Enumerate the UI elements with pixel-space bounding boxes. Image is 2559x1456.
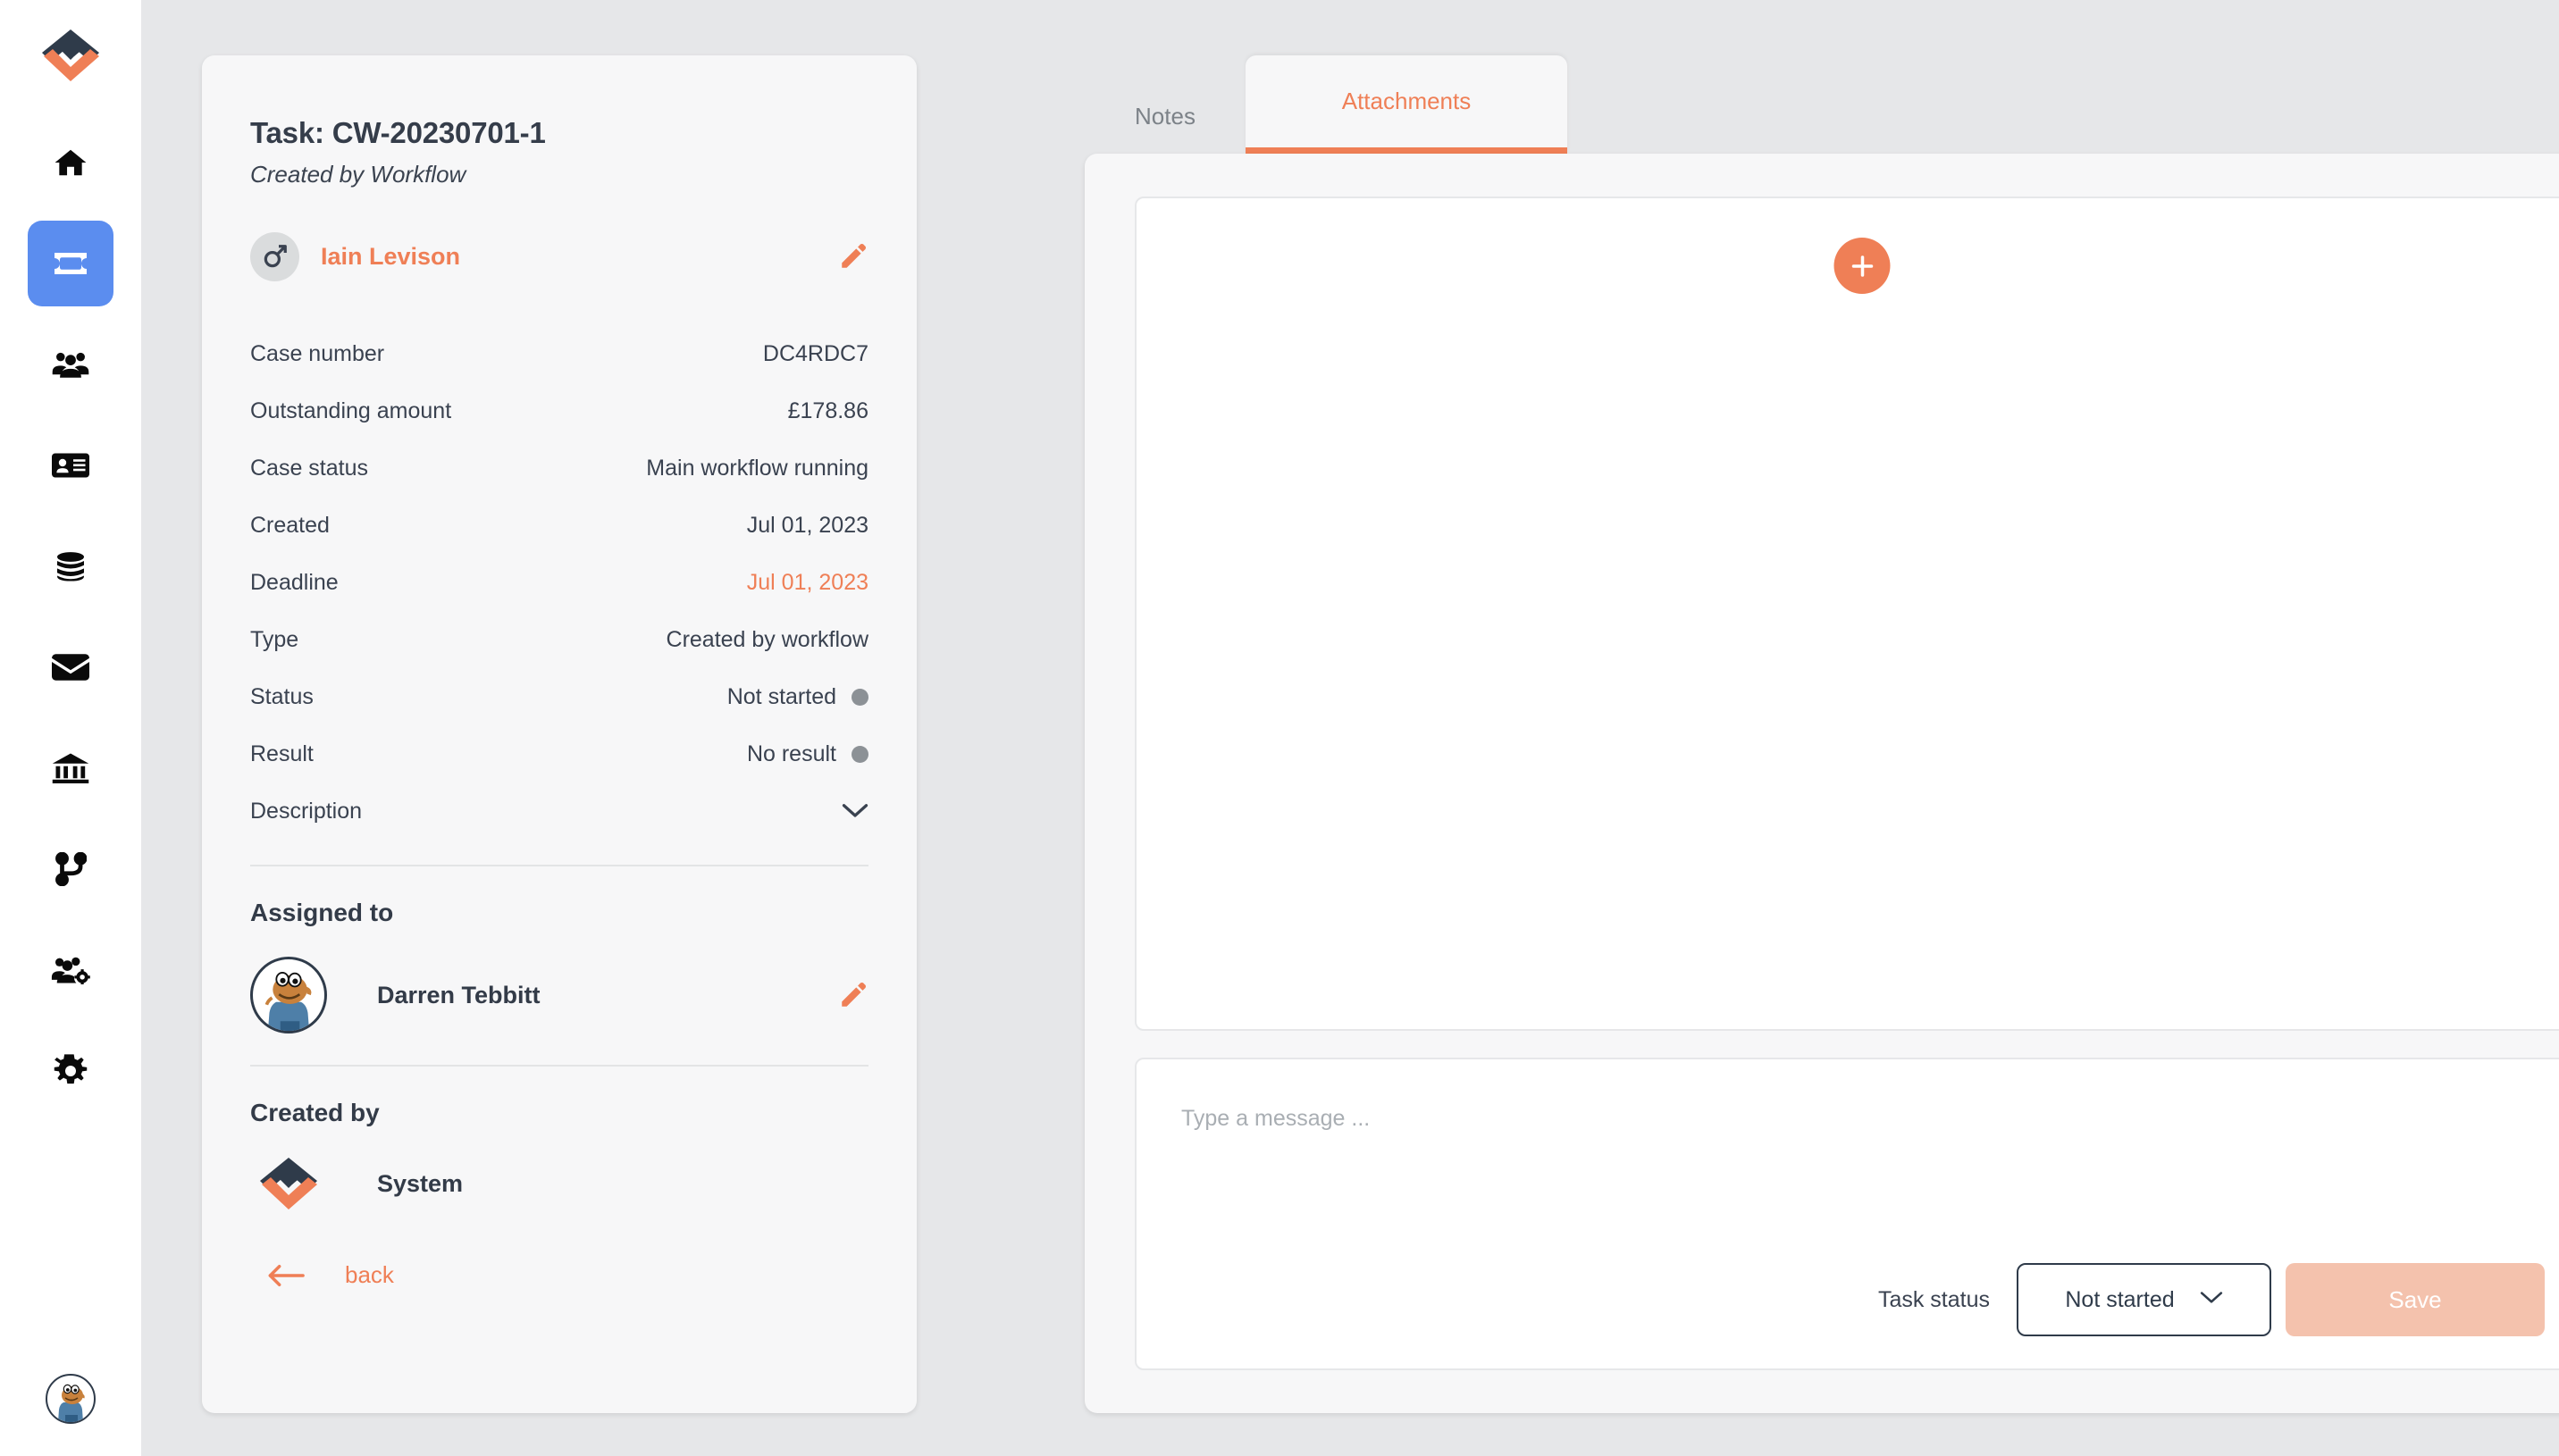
divider: [250, 1065, 868, 1067]
task-detail-list: Case number DC4RDC7 Outstanding amount £…: [250, 325, 868, 840]
detail-label: Type: [250, 626, 299, 652]
sidebar-item-bank[interactable]: [28, 725, 113, 811]
detail-label: Case status: [250, 455, 369, 481]
detail-row-created: Created Jul 01, 2023: [250, 497, 868, 554]
git-branch-icon: [55, 852, 87, 886]
created-by-heading: Created by: [250, 1099, 380, 1126]
tab-attachments[interactable]: Attachments: [1246, 55, 1567, 154]
attachments-panel: Task status Not started Save: [1085, 154, 2559, 1413]
task-status-select[interactable]: Not started: [2017, 1263, 2271, 1336]
divider: [250, 865, 868, 866]
composer-controls: Task status Not started Save: [1878, 1263, 2545, 1336]
sidebar-item-mail[interactable]: [28, 624, 113, 710]
tab-bar: Notes Attachments: [1085, 55, 1567, 154]
detail-label: Status: [250, 683, 314, 709]
task-status-label: Task status: [1877, 1286, 1990, 1312]
detail-row-case-status: Case status Main workflow running: [250, 439, 868, 497]
assignee-name: Darren Tebbitt: [377, 981, 541, 1008]
pencil-icon[interactable]: [838, 241, 868, 272]
assignee-row: Darren Tebbitt: [250, 950, 868, 1040]
pencil-icon[interactable]: [838, 980, 868, 1010]
tab-notes[interactable]: Notes: [1085, 79, 1246, 154]
sidebar-item-contacts[interactable]: [28, 423, 113, 508]
creator-row: System: [250, 1145, 868, 1222]
detail-value: Jul 01, 2023: [746, 569, 868, 595]
sidebar-item-user-management[interactable]: [28, 927, 113, 1013]
detail-value-wrap: No result: [747, 741, 868, 767]
app-root: Task: CW-20230701-1 Created by Workflow …: [0, 0, 2559, 1456]
detail-label: Created: [250, 512, 330, 538]
back-button[interactable]: back: [250, 1261, 868, 1289]
case-person-name[interactable]: Iain Levison: [321, 243, 838, 271]
id-card-icon: [52, 452, 89, 479]
message-input[interactable]: [1181, 1106, 2543, 1222]
bank-icon: [52, 752, 89, 784]
detail-value: DC4RDC7: [762, 340, 868, 366]
detail-value: Jul 01, 2023: [746, 512, 868, 538]
sidebar-item-customers[interactable]: [28, 322, 113, 407]
avatar: [250, 957, 327, 1033]
assigned-to-heading: Assigned to: [250, 899, 394, 926]
add-attachment-button[interactable]: [1833, 238, 1891, 294]
detail-label: Deadline: [250, 569, 339, 595]
chevron-down-icon[interactable]: [842, 803, 868, 819]
sidebar-nav: [0, 120, 141, 1129]
creator-name: System: [377, 1169, 464, 1197]
detail-row-status: Status Not started: [250, 668, 868, 725]
attachments-list-area: [1135, 197, 2559, 1031]
task-detail-card: Task: CW-20230701-1 Created by Workflow …: [202, 55, 917, 1413]
company-logo-icon: [250, 1151, 327, 1217]
sidebar-item-workflows[interactable]: [28, 826, 113, 912]
detail-value-wrap: Not started: [727, 684, 868, 710]
chevron-down-icon: [2200, 1291, 2223, 1310]
detail-row-case-number: Case number DC4RDC7: [250, 325, 868, 382]
male-gender-icon: [250, 231, 299, 281]
main-content: Task: CW-20230701-1 Created by Workflow …: [141, 0, 2559, 1456]
result-badge: No result: [746, 741, 836, 766]
sidebar: [0, 0, 141, 1456]
status-dot-icon: [852, 688, 868, 706]
detail-row-description[interactable]: Description: [250, 782, 868, 840]
detail-row-outstanding-amount: Outstanding amount £178.86: [250, 382, 868, 439]
back-label: back: [345, 1261, 394, 1288]
detail-value: Main workflow running: [646, 455, 868, 481]
plus-icon: [1849, 253, 1875, 280]
sidebar-item-tickets[interactable]: [28, 221, 113, 306]
detail-label: Description: [250, 798, 363, 824]
task-subtitle: Created by Workflow: [250, 161, 466, 188]
arrow-left-icon: [266, 1262, 306, 1289]
save-button[interactable]: Save: [2286, 1263, 2545, 1336]
page-title: Task: CW-20230701-1: [250, 116, 546, 149]
detail-value: £178.86: [787, 397, 868, 423]
task-status-value: Not started: [2065, 1286, 2175, 1312]
detail-value: Created by workflow: [666, 626, 868, 652]
detail-row-deadline: Deadline Jul 01, 2023: [250, 554, 868, 611]
detail-label: Outstanding amount: [250, 397, 452, 423]
message-composer: Task status Not started Save: [1135, 1058, 2559, 1370]
sidebar-item-data[interactable]: [28, 523, 113, 609]
case-person-row: Iain Levison: [250, 230, 868, 282]
gear-icon: [53, 1053, 88, 1089]
home-icon: [53, 146, 88, 180]
users-settings-icon: [51, 956, 90, 984]
detail-label: Result: [250, 741, 314, 766]
detail-row-result: Result No result: [250, 725, 868, 782]
sidebar-item-settings[interactable]: [28, 1028, 113, 1114]
user-avatar[interactable]: [46, 1374, 96, 1424]
people-group-icon: [52, 350, 89, 379]
envelope-icon: [52, 654, 89, 681]
detail-row-type: Type Created by workflow: [250, 611, 868, 668]
result-dot-icon: [852, 745, 868, 763]
detail-label: Case number: [250, 340, 385, 366]
database-icon: [54, 550, 88, 582]
company-logo[interactable]: [31, 23, 110, 88]
status-badge: Not started: [726, 683, 836, 709]
sidebar-item-home[interactable]: [28, 120, 113, 205]
ticket-icon: [52, 250, 89, 277]
